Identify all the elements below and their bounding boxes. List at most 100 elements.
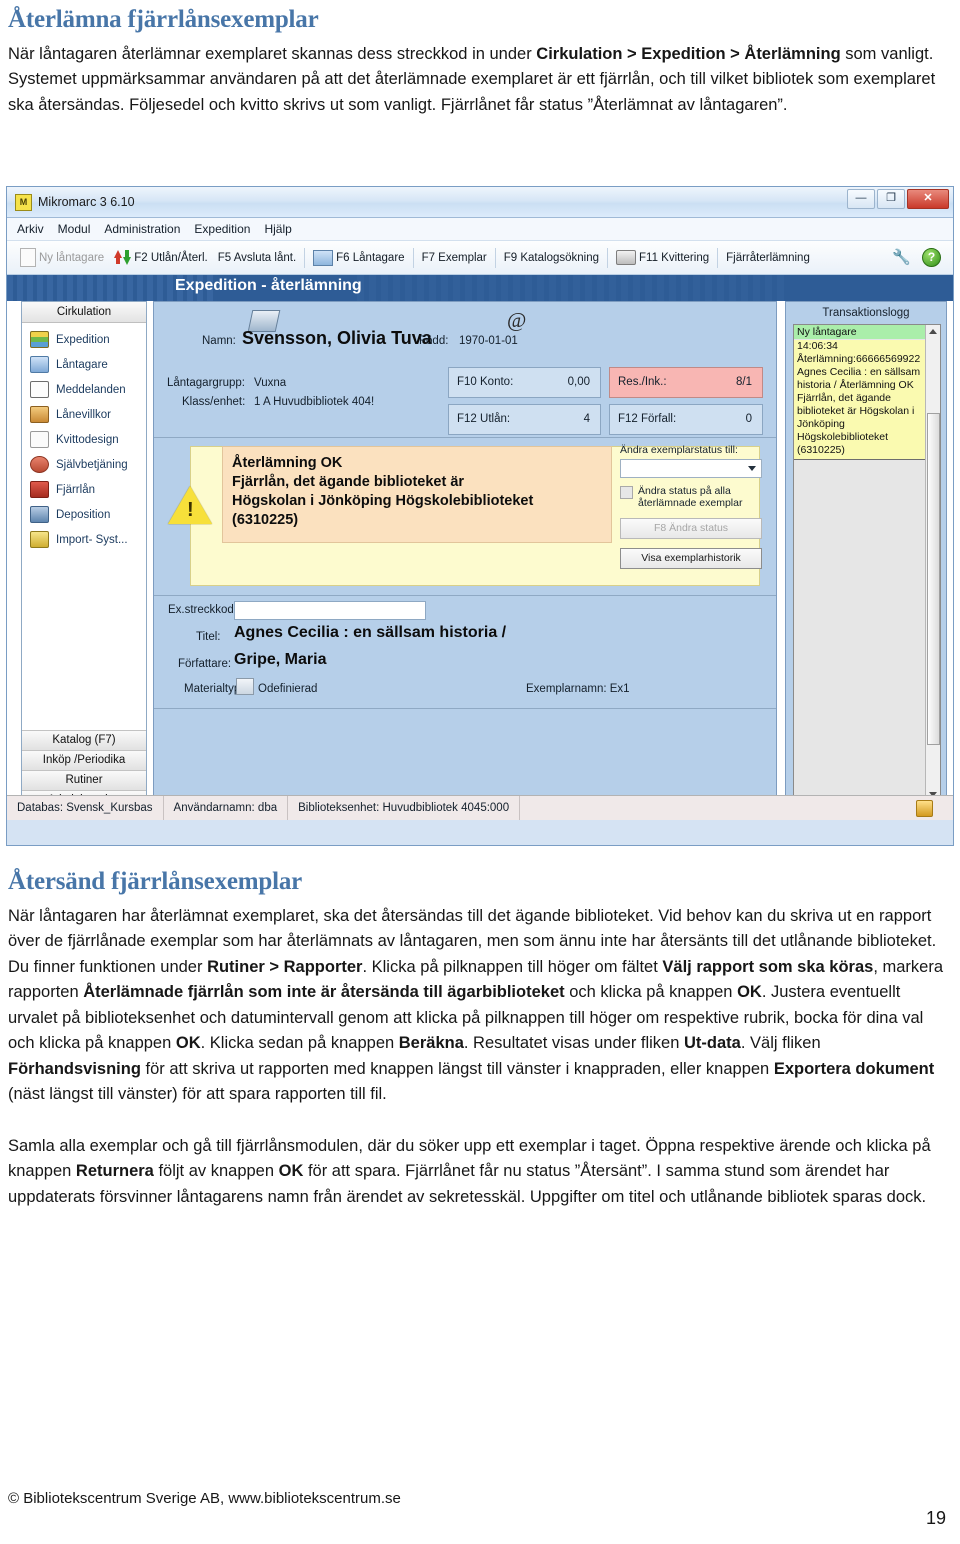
import-icon: [30, 531, 49, 548]
sidebar-item-label: Låntagare: [56, 358, 108, 371]
stat-reservations[interactable]: Res./Ink.: 8/1: [609, 367, 763, 398]
sidebar-item-lanevillkor[interactable]: Lånevillkor: [22, 402, 146, 427]
chevron-down-icon: [748, 466, 756, 471]
materialtype-icon: [236, 678, 254, 695]
toolbar-catalog-search-label: F9 Katalogsökning: [503, 251, 600, 264]
menu-item-modul[interactable]: Modul: [58, 222, 91, 236]
stat-loans-value: 4: [583, 413, 590, 425]
patron-birth-label: Född:: [419, 335, 449, 347]
sidebar-item-import[interactable]: Import- Syst...: [22, 527, 146, 552]
title-label: Titel:: [196, 631, 221, 643]
sidebar-item-expedition[interactable]: Expedition: [22, 327, 146, 352]
page-footer: © Bibliotekscentrum Sverige AB, www.bibl…: [8, 1490, 401, 1507]
status-user: Användarnamn: dba: [164, 796, 289, 820]
status-change-pane: Ändra exemplarstatus till: Ändra status …: [620, 444, 762, 569]
close-button[interactable]: ✕: [907, 189, 949, 209]
banner-pattern-right: [357, 275, 787, 301]
sidebar-module-rutiner[interactable]: Rutiner: [22, 770, 146, 790]
section-aterlamna: Återlämna fjärrlånsexemplar När låntagar…: [8, 6, 952, 118]
sidebar-item-label: Deposition: [56, 508, 111, 521]
sidebar-item-label: Lånevillkor: [56, 408, 111, 421]
toolbar-divider: [494, 247, 496, 268]
patron-group-label: Låntagargrupp:: [167, 377, 246, 389]
item-name-label-text: Exemplarnamn:: [526, 683, 607, 695]
patron-card-icon: [313, 249, 334, 266]
scroll-up-arrow-icon[interactable]: [929, 329, 937, 334]
stat-overdue-label: F12 Förfall:: [618, 413, 677, 425]
author-value: Gripe, Maria: [234, 651, 327, 668]
sidebar-item-meddelanden[interactable]: Meddelanden: [22, 377, 146, 402]
scrollbar-thumb[interactable]: [927, 413, 940, 745]
menu-item-expedition[interactable]: Expedition: [194, 222, 250, 236]
status-unit: Biblioteksenhet: Huvudbibliotek 4045:000: [288, 796, 521, 820]
toolbar-loan-return[interactable]: F2 Utlån/Återl.: [109, 249, 213, 266]
section1-paragraph: När låntagaren återlämnar exemplaret ska…: [8, 44, 936, 114]
up-down-arrows-icon: [114, 249, 132, 266]
section2-paragraph-1: När låntagaren har återlämnat exemplaret…: [8, 906, 944, 1104]
toolbar-receipt[interactable]: F11 Kvittering: [611, 250, 714, 265]
section1-heading: Återlämna fjärrlånsexemplar: [8, 6, 319, 33]
sidebar-item-fjarrlan[interactable]: Fjärrlån: [22, 477, 146, 502]
patron-birth-value: 1970-01-01: [459, 335, 518, 347]
toolbar-ill-return-label: Fjärråterlämning: [726, 251, 810, 264]
sidebar-module-katalog[interactable]: Katalog (F7): [22, 730, 146, 750]
materialtype-value: Odefinierad: [258, 683, 318, 695]
stat-overdue[interactable]: F12 Förfall: 0: [609, 404, 763, 435]
change-status-button[interactable]: F8 Ändra status: [620, 518, 762, 539]
patron-section: @ Namn: Svensson, Olivia Tuva Född: 1970…: [154, 302, 776, 438]
apply-all-checkbox[interactable]: Ändra status på alla återlämnade exempla…: [620, 485, 762, 509]
sidebar-item-label: Expedition: [56, 333, 110, 346]
stat-loans-label: F12 Utlån:: [457, 413, 511, 425]
sidebar-item-sjalvbetjaning[interactable]: Självbetjäning: [22, 452, 146, 477]
sidebar-item-label: Meddelanden: [56, 383, 126, 396]
sidebar-module-inkop[interactable]: Inköp /Periodika: [22, 750, 146, 770]
toolbar-right-group: 🔧 ?: [892, 248, 941, 267]
toolbar-ill-return[interactable]: Fjärråterlämning: [721, 252, 815, 264]
transaction-log-list[interactable]: Ny låntagare 14:06:34 Återlämning:666665…: [793, 324, 941, 802]
toolbar-patron-label: F6 Låntagare: [336, 251, 405, 264]
thumb-icon: [30, 406, 49, 423]
toolbar-new-patron[interactable]: Ny låntagare: [15, 248, 109, 267]
menu-item-hjalp[interactable]: Hjälp: [264, 222, 291, 236]
sidebar-item-label: Fjärrlån: [56, 483, 95, 496]
printer-icon: [616, 250, 637, 265]
ill-icon: [30, 481, 49, 498]
alert-message: Återlämning OK Fjärrlån, det ägande bibl…: [222, 446, 612, 543]
toolbar-catalog-search[interactable]: F9 Katalogsökning: [499, 252, 604, 264]
window-title: Mikromarc 3 6.10: [38, 195, 135, 209]
patron-name-label: Namn:: [202, 335, 236, 347]
stat-reservations-value: 8/1: [736, 376, 752, 388]
maximize-button[interactable]: ❐: [877, 189, 905, 209]
menu-item-administration[interactable]: Administration: [104, 222, 180, 236]
stat-overdue-value: 0: [745, 413, 752, 425]
help-icon[interactable]: ?: [922, 248, 941, 267]
menu-bar: Arkiv Modul Administration Expedition Hj…: [7, 218, 953, 241]
stat-account[interactable]: F10 Konto: 0,00: [448, 367, 601, 398]
sidebar-items: Expedition Låntagare Meddelanden Lånevil…: [22, 323, 146, 552]
sidebar-item-deposition[interactable]: Deposition: [22, 502, 146, 527]
transaction-log-scrollbar[interactable]: [925, 325, 940, 801]
alert-line-1: Återlämning OK: [232, 455, 343, 471]
stat-loans[interactable]: F12 Utlån: 4: [448, 404, 601, 435]
minimize-button[interactable]: —: [847, 189, 875, 209]
toolbar-new-patron-label: Ny låntagare: [39, 251, 105, 264]
item-name-label: Exemplarnamn: Ex1: [526, 683, 630, 695]
at-icon: @: [507, 308, 527, 332]
barcode-input[interactable]: [234, 601, 426, 620]
sidebar-header: Cirkulation: [22, 302, 146, 323]
envelope-icon: [30, 381, 49, 398]
sidebar-item-kvittodesign[interactable]: Kvittodesign: [22, 427, 146, 452]
menu-item-arkiv[interactable]: Arkiv: [17, 222, 44, 236]
transaction-log-body: 14:06:34 Återlämning:66666569922 Agnes C…: [794, 340, 927, 460]
app-body: Expedition - återlämning Cirkulation Exp…: [7, 275, 953, 820]
pen-icon: [30, 431, 49, 448]
item-history-button[interactable]: Visa exemplarhistorik: [620, 548, 762, 569]
patron-name-value: Svensson, Olivia Tuva: [242, 328, 432, 348]
toolbar-item[interactable]: F7 Exemplar: [417, 252, 492, 264]
wrench-icon[interactable]: 🔧: [892, 249, 911, 266]
toolbar-end-loan[interactable]: F5 Avsluta lånt.: [213, 252, 301, 264]
toolbar-patron[interactable]: F6 Låntagare: [308, 249, 409, 266]
sidebar-item-lantagare[interactable]: Låntagare: [22, 352, 146, 377]
status-select[interactable]: [620, 459, 762, 478]
patron-group-value: Vuxna: [254, 377, 287, 389]
